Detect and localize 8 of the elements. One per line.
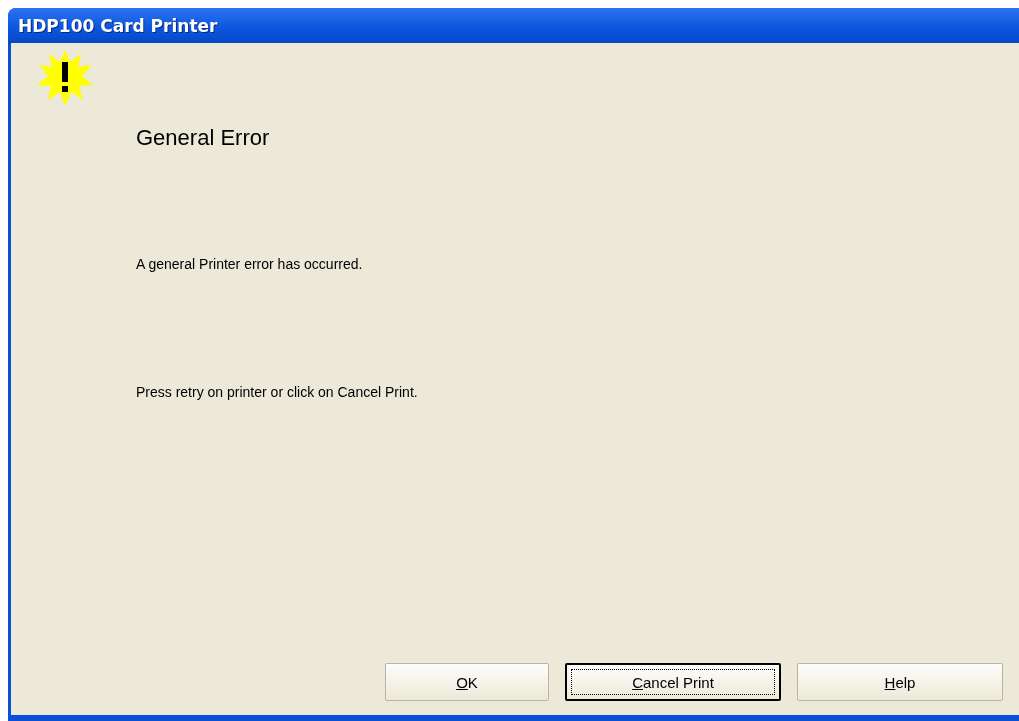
error-message: Press retry on printer or click on Cancel Print. bbox=[136, 384, 419, 400]
window-title: HDP100 Card Printer bbox=[18, 15, 218, 36]
dialog-button[interactable]: Cancel Print bbox=[565, 663, 781, 701]
error-heading: General Error bbox=[136, 125, 271, 151]
dialog-button[interactable]: Help bbox=[797, 663, 1003, 701]
warning-icon bbox=[35, 48, 95, 108]
dialog-button[interactable]: OK bbox=[385, 663, 549, 701]
error-message: A general Printer error has occurred. bbox=[136, 256, 364, 272]
